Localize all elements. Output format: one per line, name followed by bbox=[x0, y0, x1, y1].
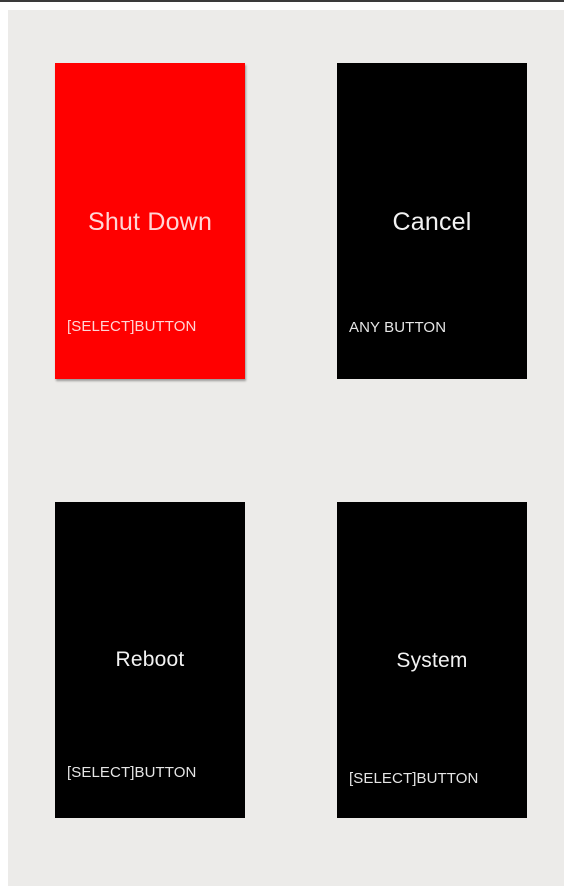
shut-down-label: Shut Down bbox=[87, 208, 213, 236]
reboot-hint: [SELECT]BUTTON bbox=[67, 764, 197, 781]
system-hint: [SELECT]BUTTON bbox=[349, 770, 479, 787]
shut-down-button[interactable]: Shut Down [SELECT]BUTTON bbox=[55, 63, 245, 379]
system-button[interactable]: System [SELECT]BUTTON bbox=[337, 502, 527, 818]
cancel-label: Cancel bbox=[392, 208, 472, 236]
cancel-button[interactable]: Cancel ANY BUTTON bbox=[337, 63, 527, 379]
cancel-hint: ANY BUTTON bbox=[349, 319, 447, 336]
power-menu-screen: Shut Down [SELECT]BUTTON Cancel ANY BUTT… bbox=[8, 10, 564, 886]
top-border bbox=[0, 0, 564, 2]
system-label: System bbox=[396, 649, 468, 672]
reboot-label: Reboot bbox=[115, 648, 185, 671]
shut-down-hint: [SELECT]BUTTON bbox=[67, 318, 197, 335]
reboot-button[interactable]: Reboot [SELECT]BUTTON bbox=[55, 502, 245, 818]
